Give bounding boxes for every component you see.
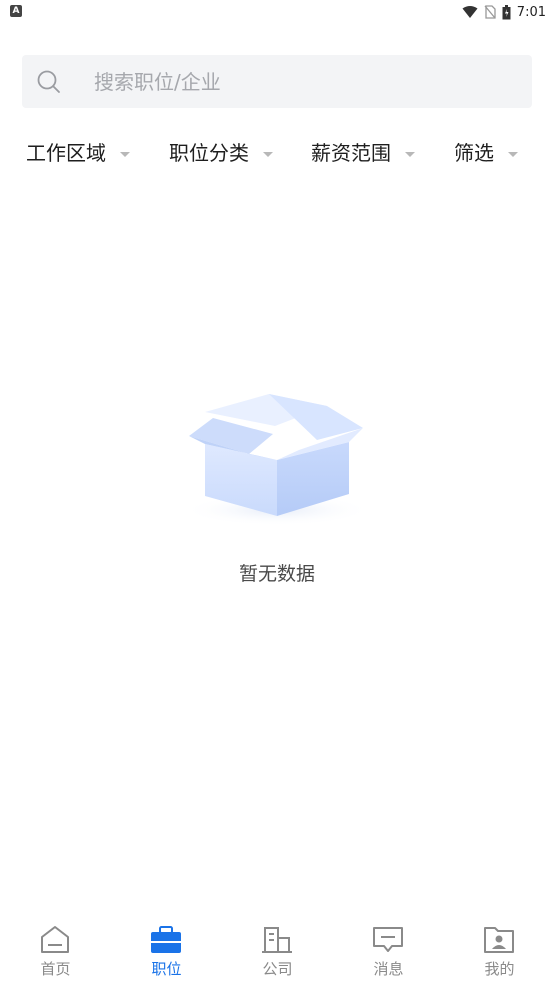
bottom-tab-bar: 首页 职位 公司 消息 我的 xyxy=(0,918,554,988)
caret-down-icon xyxy=(405,151,415,157)
status-icons: 7:01 xyxy=(462,2,546,22)
search-bar[interactable]: 搜索职位/企业 xyxy=(22,55,532,108)
filter-job-category[interactable]: 职位分类 xyxy=(169,138,273,168)
tab-messages[interactable]: 消息 xyxy=(333,918,444,988)
battery-icon xyxy=(502,4,511,19)
search-icon xyxy=(37,70,60,93)
message-icon xyxy=(373,927,403,952)
building-icon xyxy=(262,927,292,953)
notification-a-icon: A xyxy=(10,5,22,17)
tab-home[interactable]: 首页 xyxy=(0,918,111,988)
no-sim-icon xyxy=(484,5,496,19)
filter-label: 筛选 xyxy=(454,141,494,165)
tab-jobs[interactable]: 职位 xyxy=(111,918,222,988)
empty-box-icon xyxy=(182,394,372,526)
filter-work-area[interactable]: 工作区域 xyxy=(26,138,130,168)
filter-label: 薪资范围 xyxy=(311,141,391,165)
tab-profile[interactable]: 我的 xyxy=(444,918,554,988)
caret-down-icon xyxy=(120,151,130,157)
briefcase-icon xyxy=(151,926,181,953)
tab-company[interactable]: 公司 xyxy=(222,918,333,988)
clock: 7:01 xyxy=(516,4,546,20)
filter-label: 职位分类 xyxy=(169,141,249,165)
filter-more[interactable]: 筛选 xyxy=(454,138,518,168)
tab-label: 消息 xyxy=(373,960,404,978)
empty-message: 暂无数据 xyxy=(238,563,315,585)
tab-label: 首页 xyxy=(40,960,71,978)
tab-label: 公司 xyxy=(262,960,293,978)
tab-label: 我的 xyxy=(484,960,515,978)
caret-down-icon xyxy=(508,151,518,157)
filter-salary-range[interactable]: 薪资范围 xyxy=(311,138,415,168)
caret-down-icon xyxy=(263,151,273,157)
filter-bar: 工作区域 职位分类 薪资范围 筛选 xyxy=(0,130,554,176)
filter-label: 工作区域 xyxy=(26,141,106,165)
profile-icon xyxy=(484,927,514,953)
tab-label: 职位 xyxy=(151,960,182,978)
status-bar: A 7:01 xyxy=(0,0,554,24)
search-input[interactable]: 搜索职位/企业 xyxy=(94,69,221,95)
wifi-icon xyxy=(462,6,478,18)
home-icon xyxy=(41,926,69,953)
